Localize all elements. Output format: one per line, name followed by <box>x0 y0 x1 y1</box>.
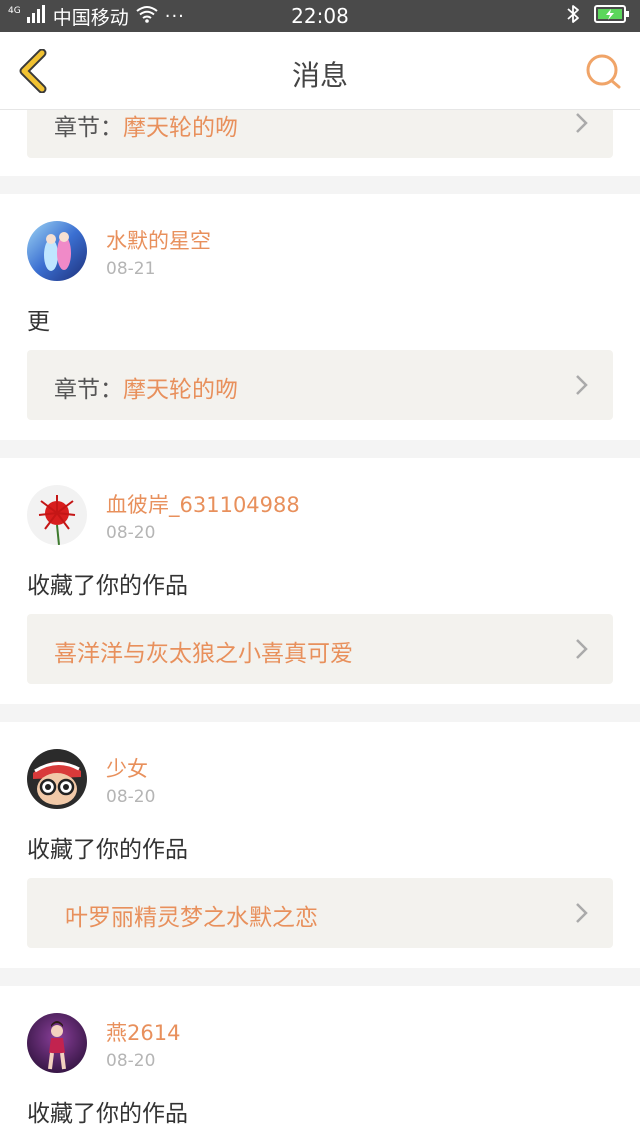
message-text: 收藏了你的作品 <box>27 1101 188 1127</box>
link-title: 叶罗丽精灵梦之水默之恋 <box>65 905 318 931</box>
work-link[interactable]: 喜洋洋与灰太狼之小喜真可爱 <box>27 614 613 684</box>
avatar[interactable] <box>27 1013 87 1073</box>
card-separator <box>0 704 640 722</box>
username[interactable]: 少女 <box>106 753 148 783</box>
card-separator <box>0 440 640 458</box>
avatar[interactable] <box>27 485 87 545</box>
chevron-right-icon <box>576 375 588 395</box>
avatar[interactable] <box>27 749 87 809</box>
message-card: 水默的星空 08-21 更 章节：摩天轮的吻 <box>0 194 640 440</box>
work-link[interactable]: 叶罗丽精灵梦之水默之恋 <box>27 878 613 948</box>
message-date: 08-21 <box>106 259 156 279</box>
username[interactable]: 水默的星空 <box>106 225 211 255</box>
user-row: 水默的星空 08-21 <box>27 221 607 283</box>
avatar[interactable] <box>27 221 87 281</box>
message-card-partial: 章节：摩天轮的吻 <box>0 110 640 176</box>
battery-icon <box>594 4 630 29</box>
message-text: 更 <box>27 309 50 335</box>
message-date: 08-20 <box>106 1051 156 1071</box>
card-separator <box>0 176 640 194</box>
message-date: 08-20 <box>106 523 156 543</box>
card-separator <box>0 968 640 986</box>
user-row: 血彼岸_631104988 08-20 <box>27 485 607 547</box>
nav-header: 消息 <box>0 32 640 110</box>
message-list: 章节：摩天轮的吻 水默的星空 08-21 更 章节：摩天轮的吻 血彼岸_6311… <box>0 110 640 1138</box>
link-prefix: 章节： <box>54 377 123 403</box>
search-icon <box>586 54 621 89</box>
user-row: 少女 08-20 <box>27 749 607 811</box>
username[interactable]: 燕2614 <box>106 1017 180 1047</box>
username[interactable]: 血彼岸_631104988 <box>106 489 300 519</box>
status-right <box>566 4 630 28</box>
status-bar: 4G 中国移动 ··· 22:08 <box>0 0 640 32</box>
search-button[interactable] <box>584 52 624 92</box>
link-prefix: 章节： <box>54 115 123 141</box>
chevron-right-icon <box>576 113 588 133</box>
link-title: 摩天轮的吻 <box>123 377 238 403</box>
work-link[interactable]: 章节：摩天轮的吻 <box>27 110 613 158</box>
message-card: 血彼岸_631104988 08-20 收藏了你的作品 喜洋洋与灰太狼之小喜真可… <box>0 458 640 704</box>
chevron-right-icon <box>576 903 588 923</box>
link-title: 喜洋洋与灰太狼之小喜真可爱 <box>54 641 353 667</box>
message-card: 燕2614 08-20 收藏了你的作品 <box>0 986 640 1138</box>
message-text: 收藏了你的作品 <box>27 573 188 599</box>
page-title: 消息 <box>291 59 348 92</box>
chevron-right-icon <box>576 639 588 659</box>
user-row: 燕2614 08-20 <box>27 1013 607 1075</box>
message-card: 少女 08-20 收藏了你的作品 叶罗丽精灵梦之水默之恋 <box>0 722 640 968</box>
work-link[interactable]: 章节：摩天轮的吻 <box>27 350 613 420</box>
bluetooth-icon <box>566 4 580 29</box>
message-date: 08-20 <box>106 787 156 807</box>
message-text: 收藏了你的作品 <box>27 837 188 863</box>
link-title: 摩天轮的吻 <box>123 115 238 141</box>
status-time: 22:08 <box>291 4 349 28</box>
